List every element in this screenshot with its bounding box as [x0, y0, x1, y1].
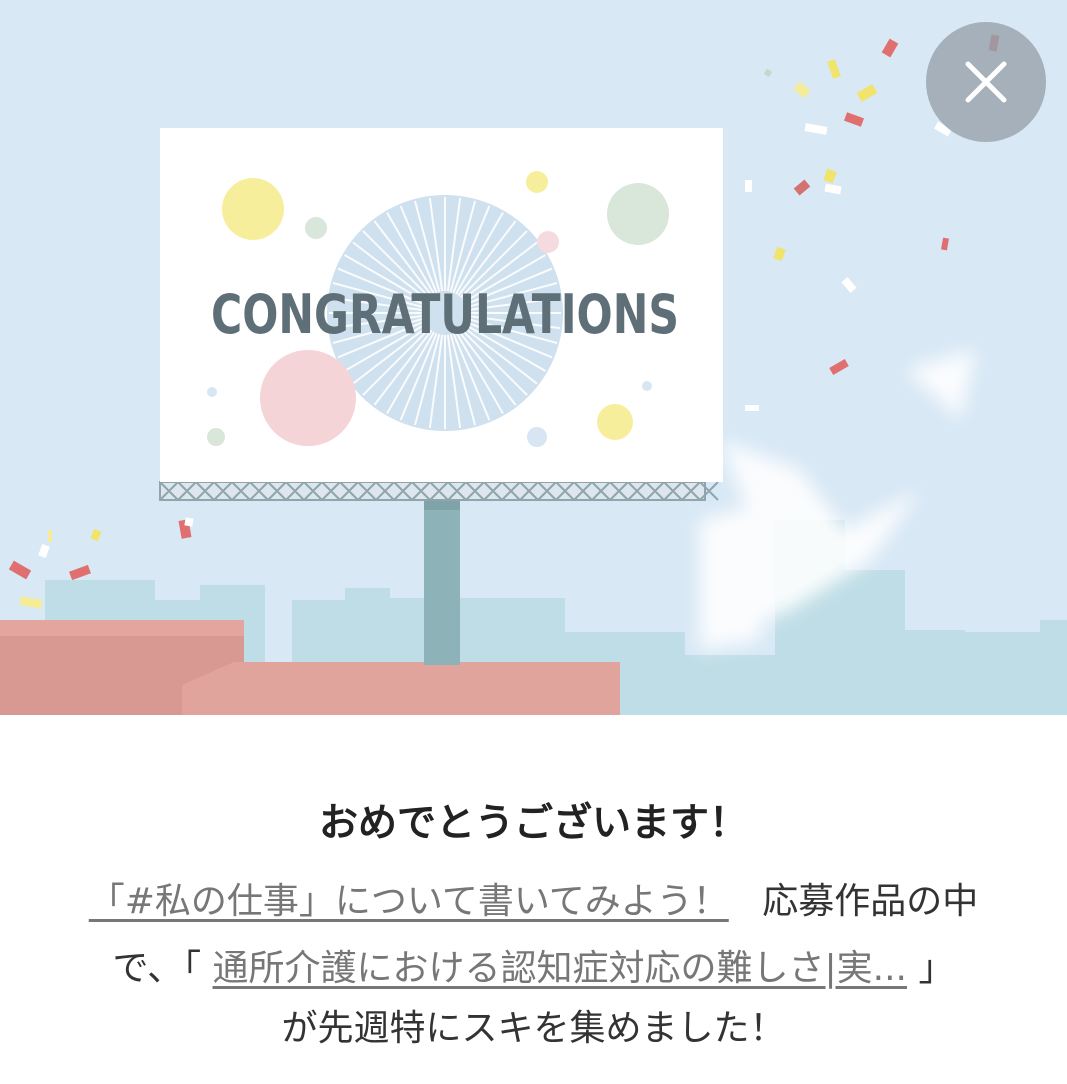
- close-icon: [965, 61, 1007, 103]
- contest-link[interactable]: 「#私の仕事」について書いてみよう！: [89, 881, 729, 922]
- congratulations-illustration: CONGRATULATIONS: [0, 0, 1067, 715]
- message-line-3: が先週特にスキを集めました！: [281, 1008, 786, 1049]
- message-text: 応募作品の中: [762, 881, 979, 922]
- congrats-title: おめでとうございます！: [318, 801, 748, 846]
- billboard-truss: [159, 481, 719, 501]
- message-line-2: で、「 通所介護における認知症対応の難しさ|実... 」: [40, 944, 1027, 994]
- message-text: 」: [918, 948, 955, 989]
- rooftop-front: [182, 662, 620, 715]
- message-line-1: 「#私の仕事」について書いてみよう！ 応募作品の中: [40, 877, 1027, 927]
- billboard-text: CONGRATULATIONS: [211, 283, 679, 346]
- message-text: で、「: [112, 948, 202, 989]
- close-button[interactable]: [926, 22, 1046, 142]
- article-link[interactable]: 通所介護における認知症対応の難しさ|実...: [213, 948, 907, 989]
- billboard-post: [424, 500, 460, 665]
